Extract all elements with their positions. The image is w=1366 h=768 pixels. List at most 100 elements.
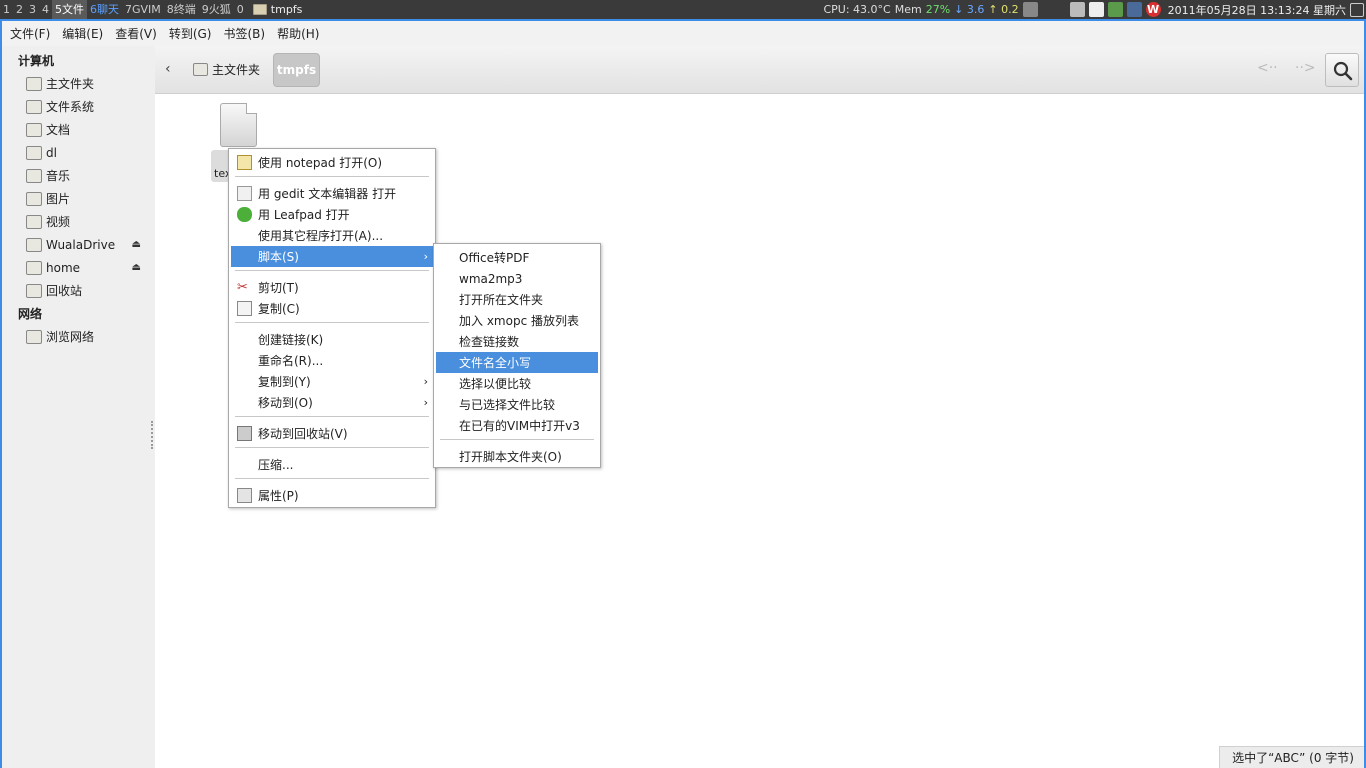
script-open-scripts-folder[interactable]: 打开脚本文件夹(O) bbox=[436, 446, 598, 467]
home-folder-icon bbox=[193, 63, 208, 76]
menu-item-scripts[interactable]: 脚本(S) › bbox=[231, 246, 433, 267]
eject-icon[interactable]: ⏏ bbox=[132, 262, 141, 273]
sidebar-item-filesystem[interactable]: 文件系统 bbox=[2, 95, 155, 118]
home-folder-icon bbox=[26, 76, 42, 91]
menu-item-label: 使用 notepad 打开(O) bbox=[258, 156, 383, 170]
script-select-for-compare[interactable]: 选择以便比较 bbox=[436, 373, 598, 394]
menu-item-move-to[interactable]: 移动到(O) › bbox=[231, 392, 433, 413]
breadcrumb-current[interactable]: tmpfs bbox=[273, 53, 320, 87]
menu-item-label: 用 gedit 文本编辑器 打开 bbox=[258, 187, 397, 201]
script-add-to-playlist[interactable]: 加入 xmopc 播放列表 bbox=[436, 310, 598, 331]
im-icon[interactable] bbox=[1107, 2, 1123, 17]
menu-separator bbox=[440, 439, 594, 440]
sidebar-item-pictures[interactable]: 图片 bbox=[2, 187, 155, 210]
menu-bookmarks[interactable]: 书签(B) bbox=[223, 25, 265, 42]
workspace-0[interactable]: 0 bbox=[234, 0, 247, 19]
workspace-2[interactable]: 2 bbox=[13, 0, 26, 19]
status-bar: 选中了“ABC” (0 字节) bbox=[1219, 746, 1364, 768]
menu-view[interactable]: 查看(V) bbox=[115, 25, 157, 42]
workspace-1[interactable]: 1 bbox=[0, 0, 13, 19]
back-arrow-icon[interactable]: <·· bbox=[1257, 60, 1278, 76]
menu-item-copy[interactable]: 复制(C) bbox=[231, 298, 433, 319]
trash-icon bbox=[26, 283, 42, 298]
menu-item-label: 检查链接数 bbox=[459, 335, 520, 349]
scripts-submenu: Office转PDF wma2mp3 打开所在文件夹 加入 xmopc 播放列表… bbox=[433, 243, 601, 468]
clock[interactable]: 2011年05月28日 13:13:24 星期六 bbox=[1168, 2, 1346, 18]
volume-icon[interactable] bbox=[1022, 2, 1038, 17]
menu-item-label: 选择以便比较 bbox=[459, 377, 532, 391]
script-open-in-vim[interactable]: 在已有的VIM中打开v3 bbox=[436, 415, 598, 436]
script-check-link-count[interactable]: 检查链接数 bbox=[436, 331, 598, 352]
network-icon bbox=[26, 329, 42, 344]
search-button[interactable] bbox=[1325, 53, 1359, 87]
sidebar-item-wualadrive[interactable]: WualaDrive ⏏ bbox=[2, 233, 155, 256]
sidebar-item-videos[interactable]: 视频 bbox=[2, 210, 155, 233]
workspace-4[interactable]: 4 bbox=[39, 0, 52, 19]
menu-item-label: 移动到回收站(V) bbox=[258, 427, 348, 441]
sidebar-item-home[interactable]: 主文件夹 bbox=[2, 72, 155, 95]
menu-item-label: 属性(P) bbox=[258, 489, 299, 503]
menu-item-label: 复制(C) bbox=[258, 302, 300, 316]
script-wma2mp3[interactable]: wma2mp3 bbox=[436, 268, 598, 289]
sidebar-item-dl[interactable]: dl bbox=[2, 141, 155, 164]
menu-item-move-to-trash[interactable]: 移动到回收站(V) bbox=[231, 423, 433, 444]
workspace-6[interactable]: 6聊天 bbox=[87, 0, 122, 19]
breadcrumb-home[interactable]: 主文件夹 bbox=[193, 61, 260, 78]
menu-item-open-leafpad[interactable]: 用 Leafpad 打开 bbox=[231, 204, 433, 225]
workspace-3[interactable]: 3 bbox=[26, 0, 39, 19]
clipboard-icon[interactable] bbox=[1088, 2, 1104, 17]
drive-icon bbox=[26, 260, 42, 275]
menu-item-label: 加入 xmopc 播放列表 bbox=[459, 314, 579, 328]
sidebar-item-documents[interactable]: 文档 bbox=[2, 118, 155, 141]
breadcrumb-back-button[interactable]: ‹ bbox=[165, 61, 171, 77]
menu-file[interactable]: 文件(F) bbox=[10, 25, 50, 42]
menu-item-cut[interactable]: ✂ 剪切(T) bbox=[231, 277, 433, 298]
menu-item-rename[interactable]: 重命名(R)... bbox=[231, 350, 433, 371]
music-folder-icon bbox=[26, 168, 42, 183]
properties-icon bbox=[237, 488, 252, 503]
eject-icon[interactable]: ⏏ bbox=[132, 239, 141, 250]
workspace-5[interactable]: 5文件 bbox=[52, 0, 87, 19]
workspace-9[interactable]: 9火狐 bbox=[199, 0, 234, 19]
forward-arrow-icon[interactable]: ··> bbox=[1295, 60, 1316, 76]
menu-item-compress[interactable]: 压缩... bbox=[231, 454, 433, 475]
chevron-right-icon: › bbox=[423, 375, 428, 388]
script-lowercase-filename[interactable]: 文件名全小写 bbox=[436, 352, 598, 373]
wps-icon[interactable]: W bbox=[1145, 2, 1161, 17]
script-compare-with-selected[interactable]: 与已选择文件比较 bbox=[436, 394, 598, 415]
script-office-to-pdf[interactable]: Office转PDF bbox=[436, 247, 598, 268]
update-icon[interactable] bbox=[1126, 2, 1142, 17]
download-folder-icon bbox=[26, 145, 42, 160]
sidebar-item-label: 回收站 bbox=[46, 284, 83, 298]
script-open-containing-folder[interactable]: 打开所在文件夹 bbox=[436, 289, 598, 310]
menu-separator bbox=[235, 447, 429, 448]
keyboard-icon[interactable] bbox=[1069, 2, 1085, 17]
breadcrumb-home-label: 主文件夹 bbox=[212, 63, 261, 77]
menu-item-open-gedit[interactable]: 用 gedit 文本编辑器 打开 bbox=[231, 183, 433, 204]
menu-item-create-link[interactable]: 创建链接(K) bbox=[231, 329, 433, 350]
layout-grid-icon[interactable] bbox=[1350, 2, 1364, 17]
text-file-icon[interactable] bbox=[220, 103, 257, 147]
menu-edit[interactable]: 编辑(E) bbox=[62, 25, 103, 42]
menu-go[interactable]: 转到(G) bbox=[169, 25, 212, 42]
mem-value: 27% bbox=[925, 3, 951, 16]
menu-item-label: 移动到(O) bbox=[258, 396, 313, 410]
menu-item-properties[interactable]: 属性(P) bbox=[231, 485, 433, 506]
scissors-icon: ✂ bbox=[237, 280, 248, 295]
menu-item-label: 使用其它程序打开(A)... bbox=[258, 229, 384, 243]
menu-item-open-with[interactable]: 使用其它程序打开(A)... bbox=[231, 225, 433, 246]
location-toolbar: ‹ 主文件夹 tmpfs <·· ··> bbox=[155, 46, 1364, 94]
sidebar-item-music[interactable]: 音乐 bbox=[2, 164, 155, 187]
menu-separator bbox=[235, 322, 429, 323]
sidebar-item-trash[interactable]: 回收站 bbox=[2, 279, 155, 302]
menu-item-copy-to[interactable]: 复制到(Y) › bbox=[231, 371, 433, 392]
workspace-7[interactable]: 7GVIM bbox=[122, 0, 164, 19]
sidebar-item-browse-network[interactable]: 浏览网络 bbox=[2, 325, 155, 348]
sidebar-item-label: home bbox=[46, 260, 81, 275]
sidebar-item-home-drive[interactable]: home ⏏ bbox=[2, 256, 155, 279]
net-down: ↓ 3.6 bbox=[954, 3, 985, 16]
workspace-8[interactable]: 8终端 bbox=[164, 0, 199, 19]
window-title[interactable]: tmpfs bbox=[252, 3, 302, 16]
menu-help[interactable]: 帮助(H) bbox=[277, 25, 319, 42]
menu-item-open-notepad[interactable]: 使用 notepad 打开(O) bbox=[231, 152, 433, 173]
